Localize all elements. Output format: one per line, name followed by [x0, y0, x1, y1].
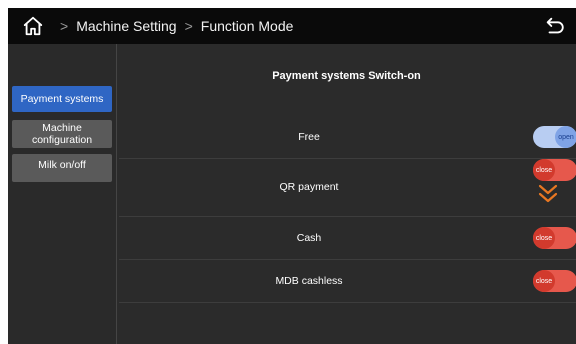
breadcrumb: > Machine Setting > Function Mode — [52, 8, 293, 44]
toggle-knob: close — [533, 227, 555, 249]
back-arrow-icon[interactable] — [544, 15, 566, 37]
mdb-cashless-toggle[interactable]: close — [533, 270, 576, 292]
toggle-knob: open — [555, 126, 576, 148]
breadcrumb-function-mode: Function Mode — [200, 18, 294, 34]
free-toggle[interactable]: open — [533, 126, 576, 148]
top-bar: > Machine Setting > Function Mode — [8, 8, 576, 44]
home-icon[interactable] — [22, 15, 44, 37]
main-panel: Payment systems Switch-on Free open QR p… — [117, 44, 576, 344]
list-item: MDB cashless close — [119, 260, 576, 303]
screen: > Machine Setting > Function Mode Paymen… — [8, 8, 576, 344]
row-label: MDB cashless — [275, 275, 343, 287]
qr-payment-toggle[interactable]: close — [533, 159, 576, 181]
list-item: Free open — [119, 116, 576, 159]
list-item: Cash close — [119, 217, 576, 260]
sidebar-item-label: Machine configuration — [31, 122, 93, 146]
chevron-right-icon: > — [184, 18, 193, 34]
page-title: Payment systems Switch-on — [272, 70, 421, 82]
double-chevron-down-icon[interactable] — [537, 182, 559, 206]
sidebar-item-machine-configuration[interactable]: Machine configuration — [12, 120, 112, 148]
list-item: QR payment close — [119, 159, 576, 217]
toggle-knob: close — [533, 159, 555, 181]
chevron-right-icon: > — [60, 18, 69, 34]
row-label: Cash — [296, 232, 322, 244]
sidebar-item-payment-systems[interactable]: Payment systems — [12, 86, 112, 112]
row-label: Free — [298, 131, 320, 143]
sidebar-item-milk-onoff[interactable]: Milk on/off — [12, 154, 112, 182]
row-label: QR payment — [279, 181, 339, 193]
sidebar-item-label: Milk on/off — [38, 159, 86, 171]
toggle-knob: close — [533, 270, 555, 292]
cash-toggle[interactable]: close — [533, 227, 576, 249]
sidebar-item-label: Payment systems — [20, 93, 104, 105]
breadcrumb-machine-setting[interactable]: Machine Setting — [76, 18, 176, 34]
sidebar: Payment systems Machine configuration Mi… — [8, 44, 117, 344]
